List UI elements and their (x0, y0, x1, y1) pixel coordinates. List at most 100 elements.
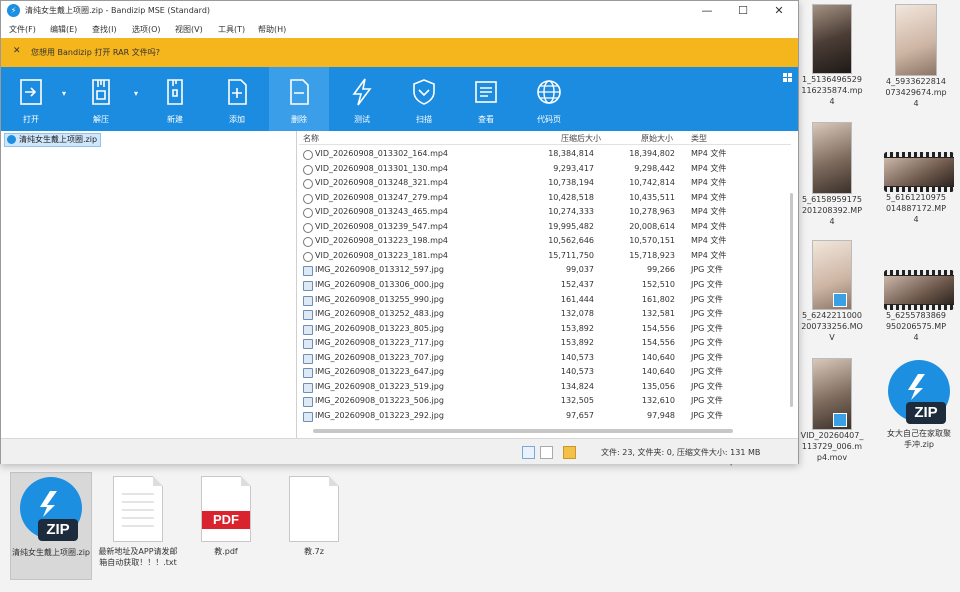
table-row[interactable]: IMG_20260908_013223_805.jpg 153,892 154,55… (299, 322, 787, 337)
desktop-file-zip-2[interactable]: ZIP 女大自己在家取聚手冲.zip (884, 360, 954, 450)
maximize-button[interactable]: ☐ (725, 1, 761, 21)
desktop-file-video-3[interactable]: 5_6158959175201208392.MP4 (800, 122, 864, 227)
table-row[interactable]: IMG_20260908_013306_000.jpg 152,437 152,51… (299, 278, 787, 293)
file-name: IMG_20260908_013306_000.jpg (315, 279, 444, 289)
image-file-icon (303, 310, 313, 321)
column-type[interactable]: 类型 (691, 133, 707, 144)
original-size: 97,948 (647, 410, 675, 420)
column-name[interactable]: 名称 (303, 133, 319, 144)
desktop-file-video-1[interactable]: 1_5136496529116235874.mp4 (800, 4, 864, 107)
menu-view[interactable]: 视图(V) (175, 24, 203, 35)
thumbnail-view-icon[interactable] (540, 446, 553, 459)
table-row[interactable]: IMG_20260908_013223_519.jpg 134,824 135,05… (299, 380, 787, 395)
file-type: JPG 文件 (691, 410, 723, 420)
file-label: 清纯女生戴上项圈.zip (11, 548, 91, 557)
table-row[interactable]: VID_20260908_013243_465.mp4 10,274,333 10,… (299, 205, 787, 220)
table-row[interactable]: IMG_20260908_013223_506.jpg 132,505 132,61… (299, 394, 787, 409)
toolbar-view-button[interactable]: 查看 (457, 67, 515, 131)
rar-association-notice[interactable]: ✕ 您想用 Bandizip 打开 RAR 文件吗? (1, 38, 798, 67)
file-type: JPG 文件 (691, 294, 723, 304)
table-row[interactable]: IMG_20260908_013312_597.jpg 99,037 99,266 J… (299, 263, 787, 278)
video-film-thumbnail (884, 152, 954, 192)
table-row[interactable]: VID_20260908_013302_164.mp4 18,384,814 18,… (299, 147, 787, 162)
file-name: IMG_20260908_013312_597.jpg (315, 265, 444, 275)
menu-file[interactable]: 文件(F) (9, 24, 36, 35)
minimize-button[interactable]: — (689, 1, 725, 21)
toolbar-new-button[interactable]: 新建 (147, 67, 203, 131)
tree-root-label: 清纯女生戴上项圈.zip (19, 135, 98, 144)
table-row[interactable]: IMG_20260908_013255_990.jpg 161,444 161,80… (299, 293, 787, 308)
file-name: VID_20260908_013302_164.mp4 (315, 149, 449, 158)
toolbar-extract-button[interactable]: 解压 (73, 67, 129, 131)
table-row[interactable]: IMG_20260908_013223_647.jpg 140,573 140,64… (299, 365, 787, 380)
desktop-file-txt[interactable]: 最新地址及APP请发邮箱自动获取！！！.txt (98, 476, 178, 568)
blank-document-icon (289, 476, 339, 542)
notice-text[interactable]: 您想用 Bandizip 打开 RAR 文件吗? (31, 47, 160, 58)
desktop-file-pdf[interactable]: PDF 教.pdf (186, 476, 266, 557)
file-name: IMG_20260908_013223_647.jpg (315, 367, 444, 377)
table-row[interactable]: IMG_20260908_013223_292.jpg 97,657 97,948 J… (299, 409, 787, 424)
tree-root-archive[interactable]: 清纯女生戴上项圈.zip (4, 133, 102, 147)
layout-grid-icon[interactable] (783, 73, 792, 82)
toolbar-codepage-button[interactable]: 代码页 (519, 67, 579, 131)
close-button[interactable]: ✕ (761, 1, 797, 21)
menu-find[interactable]: 查找(I) (92, 24, 117, 35)
packed-size: 9,293,417 (553, 163, 594, 173)
file-type: JPG 文件 (691, 352, 723, 362)
table-row[interactable]: IMG_20260908_013223_717.jpg 153,892 154,55… (299, 336, 787, 351)
column-original-size[interactable]: 原始大小 (641, 133, 673, 144)
packed-size: 99,037 (566, 265, 594, 275)
folder-view-icon[interactable] (563, 446, 576, 459)
toolbar-scan-button[interactable]: 扫描 (395, 67, 453, 131)
desktop-file-video-7[interactable]: VID_20260407_113729_006.mp4.mov (800, 358, 864, 463)
toolbar-delete-button[interactable]: 删除 (269, 67, 329, 131)
text-document-icon (113, 476, 163, 542)
desktop-file-video-6[interactable]: 5_6255783869950206575.MP4 (884, 270, 954, 343)
video-thumbnail (895, 4, 937, 76)
image-file-icon (303, 353, 313, 364)
table-row[interactable]: VID_20260908_013223_181.mp4 15,711,750 15,… (299, 249, 787, 264)
video-file-icon (303, 222, 313, 233)
toolbar-test-button[interactable]: 测试 (333, 67, 391, 131)
file-label: 4_5933622814073429674.mp4 (885, 77, 947, 108)
notice-close-icon[interactable]: ✕ (13, 46, 21, 56)
table-row[interactable]: VID_20260908_013223_198.mp4 10,562,646 10,… (299, 234, 787, 249)
table-row[interactable]: VID_20260908_013301_130.mp4 9,293,417 9,29… (299, 162, 787, 177)
table-row[interactable]: VID_20260908_013239_547.mp4 19,995,482 20,… (299, 220, 787, 235)
table-row[interactable]: VID_20260908_013248_321.mp4 10,738,194 10,… (299, 176, 787, 191)
original-size: 132,610 (641, 396, 675, 406)
table-row[interactable]: IMG_20260908_013252_483.jpg 132,078 132,58… (299, 307, 787, 322)
open-dropdown-chevron-down-icon[interactable]: ▾ (62, 89, 66, 98)
file-name: VID_20260908_013248_321.mp4 (315, 178, 449, 188)
extract-dropdown-chevron-down-icon[interactable]: ▾ (134, 89, 138, 98)
file-label: 5_6161210975014887172.MP4 (885, 193, 947, 224)
file-type: MP4 文件 (691, 163, 727, 173)
vertical-scrollbar[interactable] (790, 193, 793, 407)
horizontal-scrollbar[interactable] (313, 429, 733, 433)
desktop-file-7z[interactable]: 教.7z (274, 476, 354, 557)
original-size: 10,570,151 (629, 236, 675, 246)
menu-options[interactable]: 选项(O) (132, 24, 161, 35)
original-size: 135,056 (641, 381, 675, 391)
table-row[interactable]: IMG_20260908_013223_707.jpg 140,573 140,64… (299, 351, 787, 366)
video-thumbnail (812, 358, 852, 430)
packed-size: 19,995,482 (548, 221, 594, 231)
menu-help[interactable]: 帮助(H) (258, 24, 286, 35)
toolbar-add-button[interactable]: 添加 (209, 67, 265, 131)
menu-tools[interactable]: 工具(T) (218, 24, 245, 35)
video-file-icon (303, 164, 313, 175)
desktop-file-video-2[interactable]: 4_5933622814073429674.mp4 (884, 4, 948, 109)
desktop-file-video-4[interactable]: 5_6161210975014887172.MP4 (884, 152, 954, 225)
file-name: IMG_20260908_013223_506.jpg (315, 396, 444, 406)
desktop-file-zip-selected[interactable]: ZIP 清纯女生戴上项圈.zip (10, 472, 92, 580)
column-packed-size[interactable]: 压缩后大小 (561, 133, 601, 144)
video-file-icon (303, 150, 313, 160)
table-row[interactable]: VID_20260908_013247_279.mp4 10,428,518 10,… (299, 191, 787, 206)
packed-size: 132,078 (560, 309, 594, 319)
toolbar-open-button[interactable]: 打开 (5, 67, 57, 131)
title-bar[interactable]: ⚡ 清纯女生戴上项圈.zip - Bandizip MSE (Standard)… (1, 1, 798, 21)
bandizip-app-icon: ⚡ (7, 4, 20, 17)
menu-edit[interactable]: 编辑(E) (50, 24, 77, 35)
desktop-file-video-5[interactable]: 5_6242211000200733256.MOV (800, 240, 864, 343)
details-view-icon[interactable] (522, 446, 535, 459)
